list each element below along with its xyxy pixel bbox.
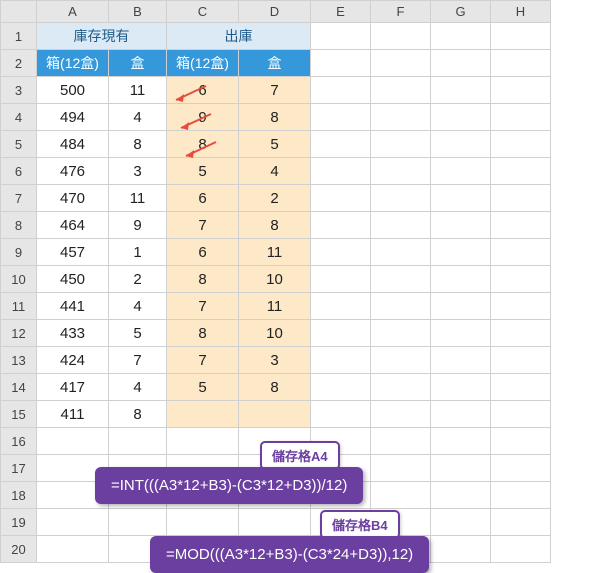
cell-D11[interactable]: 11	[239, 293, 311, 320]
subheader-unit-b[interactable]: 盒	[109, 50, 167, 77]
cell-C6[interactable]: 5	[167, 158, 239, 185]
row-header-5[interactable]: 5	[1, 131, 37, 158]
cell-A7[interactable]: 470	[37, 185, 109, 212]
col-header-A[interactable]: A	[37, 1, 109, 23]
cell-D3[interactable]: 7	[239, 77, 311, 104]
cell-A10[interactable]: 450	[37, 266, 109, 293]
cell-C11[interactable]: 7	[167, 293, 239, 320]
cell-A4[interactable]: 494	[37, 104, 109, 131]
cell-B3[interactable]: 11	[109, 77, 167, 104]
cell-B7[interactable]: 11	[109, 185, 167, 212]
cell-D8[interactable]: 8	[239, 212, 311, 239]
cell-B6[interactable]: 3	[109, 158, 167, 185]
subheader-box-a[interactable]: 箱(12盒)	[37, 50, 109, 77]
formula-label-b4: 儲存格B4	[320, 510, 400, 539]
formula-box-b4: =MOD(((A3*12+B3)-(C3*24+D3)),12)	[150, 536, 429, 573]
cell-D7[interactable]: 2	[239, 185, 311, 212]
cell-D15[interactable]	[239, 401, 311, 428]
row-header-18[interactable]: 18	[1, 482, 37, 509]
cell-B15[interactable]: 8	[109, 401, 167, 428]
cell-C15[interactable]	[167, 401, 239, 428]
row-header-19[interactable]: 19	[1, 509, 37, 536]
cell-A8[interactable]: 464	[37, 212, 109, 239]
row-header-2[interactable]: 2	[1, 50, 37, 77]
cell-D5[interactable]: 5	[239, 131, 311, 158]
formula-label-a4: 儲存格A4	[260, 441, 340, 470]
row-header-6[interactable]: 6	[1, 158, 37, 185]
row-header-9[interactable]: 9	[1, 239, 37, 266]
cell-A9[interactable]: 457	[37, 239, 109, 266]
row-header-20[interactable]: 20	[1, 536, 37, 563]
cell-C14[interactable]: 5	[167, 374, 239, 401]
cell-C9[interactable]: 6	[167, 239, 239, 266]
subheader-unit-d[interactable]: 盒	[239, 50, 311, 77]
row-header-12[interactable]: 12	[1, 320, 37, 347]
cell-D6[interactable]: 4	[239, 158, 311, 185]
col-header-C[interactable]: C	[167, 1, 239, 23]
row-header-17[interactable]: 17	[1, 455, 37, 482]
row-header-15[interactable]: 15	[1, 401, 37, 428]
col-header-E[interactable]: E	[311, 1, 371, 23]
cell-A5[interactable]: 484	[37, 131, 109, 158]
cell-B9[interactable]: 1	[109, 239, 167, 266]
subheader-box-c[interactable]: 箱(12盒)	[167, 50, 239, 77]
cell-C7[interactable]: 6	[167, 185, 239, 212]
cell-D4[interactable]: 8	[239, 104, 311, 131]
cell-C10[interactable]: 8	[167, 266, 239, 293]
cell-D9[interactable]: 11	[239, 239, 311, 266]
cell-A15[interactable]: 411	[37, 401, 109, 428]
cell-A12[interactable]: 433	[37, 320, 109, 347]
cell-D14[interactable]: 8	[239, 374, 311, 401]
row-header-11[interactable]: 11	[1, 293, 37, 320]
cell-B14[interactable]: 4	[109, 374, 167, 401]
col-header-H[interactable]: H	[491, 1, 551, 23]
cell-B8[interactable]: 9	[109, 212, 167, 239]
cell-A13[interactable]: 424	[37, 347, 109, 374]
cell-A14[interactable]: 417	[37, 374, 109, 401]
cell-C8[interactable]: 7	[167, 212, 239, 239]
row-header-8[interactable]: 8	[1, 212, 37, 239]
cell-B10[interactable]: 2	[109, 266, 167, 293]
row-header-7[interactable]: 7	[1, 185, 37, 212]
row-header-1[interactable]: 1	[1, 23, 37, 50]
row-header-3[interactable]: 3	[1, 77, 37, 104]
row-header-16[interactable]: 16	[1, 428, 37, 455]
cell-B13[interactable]: 7	[109, 347, 167, 374]
cell-A11[interactable]: 441	[37, 293, 109, 320]
row-header-14[interactable]: 14	[1, 374, 37, 401]
arrow-annotation-2	[175, 112, 215, 132]
cell-D12[interactable]: 10	[239, 320, 311, 347]
row-header-13[interactable]: 13	[1, 347, 37, 374]
cell-D13[interactable]: 3	[239, 347, 311, 374]
corner-cell[interactable]	[1, 1, 37, 23]
arrow-annotation-3	[180, 140, 220, 160]
cell-B11[interactable]: 4	[109, 293, 167, 320]
arrow-annotation-1	[170, 84, 210, 104]
col-header-D[interactable]: D	[239, 1, 311, 23]
row-header-4[interactable]: 4	[1, 104, 37, 131]
cell-B4[interactable]: 4	[109, 104, 167, 131]
header-outbound[interactable]: 出庫	[167, 23, 311, 50]
cell-B5[interactable]: 8	[109, 131, 167, 158]
row-header-10[interactable]: 10	[1, 266, 37, 293]
col-header-G[interactable]: G	[431, 1, 491, 23]
cell-A6[interactable]: 476	[37, 158, 109, 185]
cell-A3[interactable]: 500	[37, 77, 109, 104]
header-inventory[interactable]: 庫存現有	[37, 23, 167, 50]
col-header-F[interactable]: F	[371, 1, 431, 23]
cell-D10[interactable]: 10	[239, 266, 311, 293]
cell-B12[interactable]: 5	[109, 320, 167, 347]
col-header-B[interactable]: B	[109, 1, 167, 23]
cell-C13[interactable]: 7	[167, 347, 239, 374]
formula-box-a4: =INT(((A3*12+B3)-(C3*12+D3))/12)	[95, 467, 363, 504]
cell-C12[interactable]: 8	[167, 320, 239, 347]
